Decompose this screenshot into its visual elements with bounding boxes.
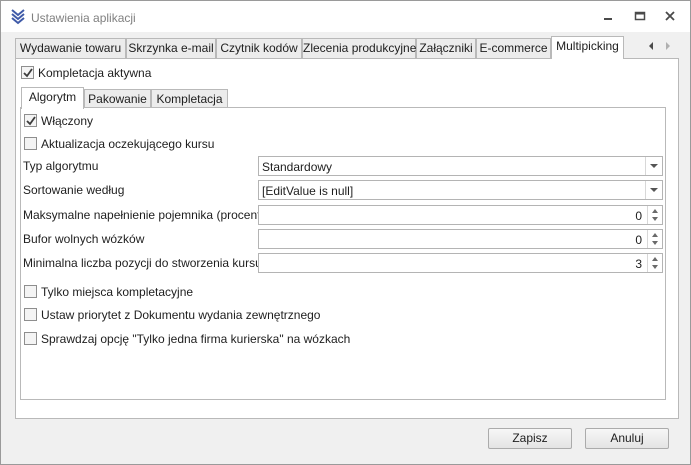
window-title: Ustawienia aplikacji <box>31 11 136 25</box>
spin-down-icon[interactable] <box>652 241 658 245</box>
checkbox-box[interactable] <box>24 114 37 127</box>
subtab-algorytm[interactable]: Algorytm <box>21 87 84 109</box>
max-napelnienie-value: 0 <box>635 209 642 223</box>
typ-algorytmu-combo[interactable]: Standardowy <box>258 156 663 176</box>
checkmark-icon <box>26 116 36 126</box>
min-pozycji-spinner[interactable]: 3 <box>258 253 663 273</box>
spin-down-icon[interactable] <box>652 265 658 269</box>
tab-zlecenia-produkcyjne[interactable]: Zlecenia produkcyjne <box>302 38 416 59</box>
spin-up-icon[interactable] <box>652 233 658 237</box>
tylko-miejsca-label: Tylko miejsca kompletacyjne <box>41 285 194 299</box>
tab-scroll-right-icon[interactable] <box>663 40 673 52</box>
checkbox-box[interactable] <box>24 137 37 150</box>
max-napelnienie-label: Maksymalne napełnienie pojemnika (procen… <box>23 208 265 222</box>
typ-algorytmu-label: Typ algorytmu <box>23 159 99 173</box>
tab-multipicking[interactable]: Multipicking <box>551 36 624 59</box>
main-tabs: Wydawanie towaru Skrzynka e-mail Czytnik… <box>15 36 679 59</box>
sortowanie-label: Sortowanie według <box>23 183 125 197</box>
jedna-firma-kurierska-label: Sprawdzaj opcję "Tylko jedna firma kurie… <box>41 332 351 346</box>
priorytet-dokumentu-checkbox[interactable]: Ustaw priorytet z Dokumentu wydania zewn… <box>24 307 344 323</box>
spin-buttons <box>647 254 662 272</box>
checkbox-box[interactable] <box>24 332 37 345</box>
jedna-firma-kurierska-checkbox[interactable]: Sprawdzaj opcję "Tylko jedna firma kurie… <box>24 331 364 347</box>
kompletacja-aktywna-checkbox[interactable]: Kompletacja aktywna <box>21 65 221 81</box>
sortowanie-dropdown-button[interactable] <box>645 181 662 199</box>
spin-up-icon[interactable] <box>652 257 658 261</box>
multipicking-subtabs: Algorytm Pakowanie Kompletacja <box>21 87 321 109</box>
multipicking-panel: Kompletacja aktywna Algorytm Pakowanie K… <box>15 58 679 419</box>
aktualizacja-kursu-checkbox[interactable]: Aktualizacja oczekującego kursu <box>24 136 284 152</box>
aktualizacja-kursu-label: Aktualizacja oczekującego kursu <box>41 137 215 151</box>
tylko-miejsca-checkbox[interactable]: Tylko miejsca kompletacyjne <box>24 284 224 300</box>
checkbox-box[interactable] <box>24 308 37 321</box>
tab-scroll-left-icon[interactable] <box>646 40 656 52</box>
checkbox-box[interactable] <box>21 66 34 79</box>
bufor-wozkow-spinner[interactable]: 0 <box>258 229 663 249</box>
bufor-wozkow-value: 0 <box>635 233 642 247</box>
tab-e-commerce[interactable]: E-commerce <box>476 38 551 59</box>
typ-algorytmu-value: Standardowy <box>262 160 333 174</box>
min-pozycji-label: Minimalna liczba pozycji do stworzenia k… <box>23 256 262 270</box>
typ-algorytmu-dropdown-button[interactable] <box>645 157 662 175</box>
cancel-button[interactable]: Anuluj <box>585 428 669 449</box>
algorytm-panel: Włączony Aktualizacja oczekującego kursu… <box>20 107 666 400</box>
chevron-down-icon <box>650 188 658 192</box>
tab-zalaczniki[interactable]: Załączniki <box>416 38 476 59</box>
app-logo-icon <box>11 9 25 25</box>
max-napelnienie-spinner[interactable]: 0 <box>258 205 663 225</box>
spin-buttons <box>647 230 662 248</box>
wlaczony-checkbox[interactable]: Włączony <box>24 113 144 129</box>
checkbox-box[interactable] <box>24 285 37 298</box>
spin-buttons <box>647 206 662 224</box>
title-bar: Ustawienia aplikacji <box>1 1 690 32</box>
kompletacja-aktywna-label: Kompletacja aktywna <box>38 66 152 80</box>
bufor-wozkow-label: Bufor wolnych wózków <box>23 232 145 246</box>
subtab-kompletacja[interactable]: Kompletacja <box>151 89 228 109</box>
spin-up-icon[interactable] <box>652 209 658 213</box>
chevron-down-icon <box>650 164 658 168</box>
close-icon[interactable] <box>663 10 677 22</box>
minimize-icon[interactable] <box>601 10 615 22</box>
tab-czytnik-kodow[interactable]: Czytnik kodów <box>216 38 302 59</box>
sortowanie-combo[interactable]: [EditValue is null] <box>258 180 663 200</box>
checkmark-icon <box>23 68 33 78</box>
min-pozycji-value: 3 <box>635 257 642 271</box>
tab-wydawanie-towaru[interactable]: Wydawanie towaru <box>15 38 126 59</box>
priorytet-dokumentu-label: Ustaw priorytet z Dokumentu wydania zewn… <box>41 308 321 322</box>
spin-down-icon[interactable] <box>652 217 658 221</box>
restore-icon[interactable] <box>633 10 647 22</box>
tab-skrzynka-email[interactable]: Skrzynka e-mail <box>126 38 216 59</box>
wlaczony-label: Włączony <box>41 114 94 128</box>
sortowanie-value: [EditValue is null] <box>262 184 354 198</box>
save-button[interactable]: Zapisz <box>488 428 572 449</box>
subtab-pakowanie[interactable]: Pakowanie <box>84 89 151 109</box>
settings-window: Ustawienia aplikacji Wydawanie towaru Sk… <box>0 0 691 465</box>
